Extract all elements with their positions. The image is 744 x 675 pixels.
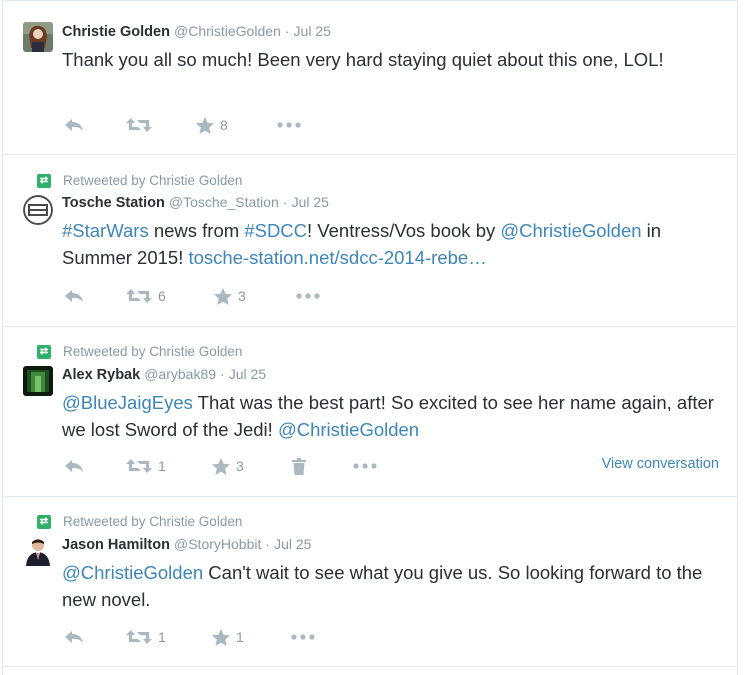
- tweet-timestamp[interactable]: Jul 25: [292, 194, 329, 210]
- tweet[interactable]: ⇄ Retweeted by Christie Golden Tosche St…: [3, 154, 737, 327]
- favorite-count: 3: [238, 288, 246, 304]
- tweet-text: @ChristieGolden Can't wait to see what y…: [62, 559, 724, 613]
- retweet-icon: [126, 630, 152, 644]
- tweet-link[interactable]: @ChristieGolden: [62, 562, 203, 583]
- author-handle[interactable]: @StoryHobbit: [174, 536, 261, 552]
- favorite-button[interactable]: 8: [196, 114, 228, 136]
- retweet-icon: [126, 459, 152, 473]
- tweet-link[interactable]: #SDCC: [244, 220, 307, 241]
- favorite-button[interactable]: 3: [212, 455, 244, 477]
- avatar[interactable]: [23, 22, 53, 52]
- separator-dot: ·: [282, 194, 288, 210]
- retweet-count: 1: [158, 458, 166, 474]
- favorite-button[interactable]: 3: [214, 285, 246, 307]
- retweet-context: ⇄ Retweeted by Christie Golden: [37, 514, 242, 529]
- timeline: Christie Golden @ChristieGolden · Jul 25…: [2, 0, 738, 675]
- tweet-timestamp[interactable]: Jul 25: [229, 366, 266, 382]
- favorite-icon: [212, 457, 230, 475]
- tweet-text-run: ! Ventress/Vos book by: [307, 220, 501, 241]
- retweet-badge-icon: ⇄: [37, 173, 51, 188]
- tweet-text-run: Thank you all so much! Been very hard st…: [62, 49, 624, 70]
- retweet-context: ⇄ Retweeted by Christie Golden: [37, 173, 242, 188]
- author-handle[interactable]: @arybak89: [144, 366, 216, 382]
- author-name[interactable]: Tosche Station: [62, 195, 165, 211]
- retweet-icon: [126, 118, 152, 132]
- favorite-icon: [212, 628, 230, 646]
- separator-dot: ·: [284, 23, 290, 39]
- retweet-button[interactable]: 1: [126, 626, 166, 648]
- tweet-actions: 1 1: [62, 626, 719, 648]
- tweet[interactable]: Christie Golden @ChristieGolden · Jul 25…: [3, 0, 737, 155]
- tweet-link[interactable]: #StarWars: [62, 220, 149, 241]
- retweet-button[interactable]: 1: [126, 455, 166, 477]
- more-button[interactable]: [295, 285, 321, 307]
- author-handle[interactable]: @ChristieGolden: [174, 23, 281, 39]
- reply-button[interactable]: [64, 114, 84, 136]
- retweeted-by-label[interactable]: Retweeted by Christie Golden: [63, 344, 242, 359]
- favorite-count: 8: [220, 117, 228, 133]
- reply-button[interactable]: [64, 455, 84, 477]
- author-name[interactable]: Christie Golden: [62, 24, 170, 40]
- reply-button[interactable]: [64, 285, 84, 307]
- tweet-actions: 1 3 View conversation: [62, 455, 719, 477]
- more-button[interactable]: [276, 114, 302, 136]
- reply-icon: [65, 631, 83, 643]
- tweet-timestamp[interactable]: Jul 25: [274, 536, 311, 552]
- more-icon: [277, 122, 301, 128]
- favorite-button[interactable]: 1: [212, 626, 244, 648]
- tweet-text-run: news from: [148, 220, 245, 241]
- more-button[interactable]: [290, 626, 316, 648]
- tweet-link[interactable]: @ChristieGolden: [500, 220, 641, 241]
- favorite-count: 3: [236, 458, 244, 474]
- avatar[interactable]: [23, 536, 53, 566]
- tweet-actions: 6 3: [62, 285, 719, 307]
- favorite-icon: [196, 116, 214, 134]
- tweet-link[interactable]: tosche-station.net/sdcc-2014-rebe…: [188, 247, 486, 268]
- reply-button[interactable]: [64, 626, 84, 648]
- tweet-header: Alex Rybak @arybak89 · Jul 25: [62, 366, 266, 383]
- author-name[interactable]: Jason Hamilton: [62, 537, 170, 553]
- tweet-link[interactable]: @BlueJaigEyes: [62, 392, 193, 413]
- separator-dot: ·: [220, 366, 225, 382]
- view-conversation-link[interactable]: View conversation: [602, 456, 719, 472]
- retweet-count: 6: [158, 288, 166, 304]
- retweet-count: 1: [158, 629, 166, 645]
- favorite-icon: [214, 287, 232, 305]
- separator-dot: ·: [265, 536, 271, 552]
- retweeted-by-label[interactable]: Retweeted by Christie Golden: [63, 173, 242, 188]
- retweet-context: ⇄ Retweeted by Christie Golden: [37, 344, 242, 359]
- delete-button[interactable]: [292, 455, 306, 477]
- delete-icon: [292, 457, 306, 475]
- author-handle[interactable]: @Tosche_Station: [169, 194, 279, 210]
- more-button[interactable]: [352, 455, 378, 477]
- author-name[interactable]: Alex Rybak: [62, 367, 140, 383]
- reply-icon: [65, 460, 83, 472]
- retweet-badge-icon: ⇄: [37, 344, 51, 359]
- tweet-actions: 8: [62, 114, 719, 136]
- avatar[interactable]: [23, 366, 53, 396]
- retweeted-by-label[interactable]: Retweeted by Christie Golden: [63, 514, 242, 529]
- tweet-header: Tosche Station @Tosche_Station · Jul 25: [62, 194, 329, 211]
- retweet-button[interactable]: 6: [126, 285, 166, 307]
- tweet-text: #StarWars news from #SDCC! Ventress/Vos …: [62, 217, 724, 271]
- tweet-header: Jason Hamilton @StoryHobbit · Jul 25: [62, 536, 311, 553]
- more-icon: [353, 463, 377, 469]
- tweet-header: Christie Golden @ChristieGolden · Jul 25: [62, 23, 331, 40]
- more-icon: [291, 634, 315, 640]
- reply-icon: [65, 290, 83, 302]
- tweet-link[interactable]: @ChristieGolden: [278, 419, 419, 440]
- favorite-count: 1: [236, 629, 244, 645]
- avatar[interactable]: [23, 195, 53, 225]
- tweet[interactable]: ⇄ Retweeted by Christie Golden Alex Ryba…: [3, 326, 737, 497]
- tweet-text-run: LOL!: [623, 49, 664, 70]
- retweet-icon: [126, 289, 152, 303]
- tweet-text: Thank you all so much! Been very hard st…: [62, 46, 724, 73]
- retweet-button[interactable]: [126, 114, 152, 136]
- tweet-text: @BlueJaigEyes That was the best part! So…: [62, 389, 724, 443]
- more-icon: [296, 293, 320, 299]
- retweet-badge-icon: ⇄: [37, 514, 51, 529]
- tweet-timestamp[interactable]: Jul 25: [294, 23, 331, 39]
- tweet[interactable]: ⇄ Retweeted by Christie Golden Jason Ham…: [3, 496, 737, 667]
- reply-icon: [65, 119, 83, 131]
